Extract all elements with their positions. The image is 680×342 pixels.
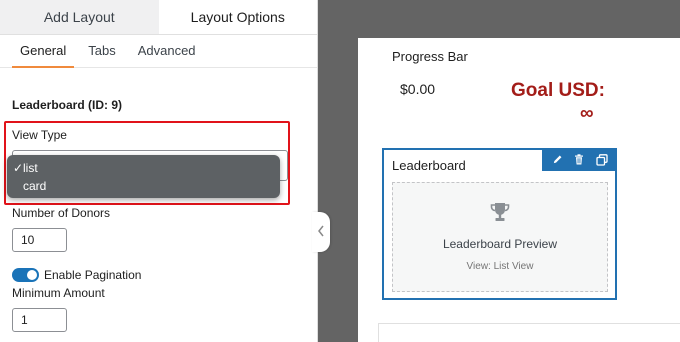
tab-add-layout[interactable]: Add Layout (0, 0, 159, 34)
toggle-knob (27, 270, 37, 280)
leaderboard-block[interactable]: Leaderboard Leaderboard Preview View: Li… (382, 148, 617, 300)
check-icon: ✓ (13, 161, 24, 175)
trophy-icon (489, 201, 511, 228)
option-label: card (23, 179, 47, 193)
pagination-toggle[interactable] (12, 268, 39, 282)
top-tabs: Add Layout Layout Options (0, 0, 317, 35)
number-of-donors-input[interactable]: 10 (12, 228, 67, 252)
progress-bar-title: Progress Bar (392, 49, 468, 64)
tab-layout-options[interactable]: Layout Options (158, 0, 317, 34)
progress-bar-goal: Goal USD: (511, 80, 605, 101)
next-block (378, 323, 680, 342)
trash-icon[interactable] (571, 152, 587, 168)
block-toolbar (542, 148, 617, 171)
sub-tab-tabs[interactable]: Tabs (78, 43, 125, 67)
leaderboard-title: Leaderboard (392, 158, 466, 173)
view-type-dropdown: ✓list card (7, 155, 280, 198)
sub-tabs: General Tabs Advanced (0, 35, 317, 68)
pagination-label: Enable Pagination (44, 268, 142, 282)
section-title: Leaderboard (ID: 9) (12, 98, 123, 112)
progress-bar-goal-value: ∞ (580, 103, 594, 124)
leaderboard-preview: Leaderboard Preview View: List View (392, 182, 608, 292)
leaderboard-preview-title: Leaderboard Preview (442, 237, 558, 251)
sub-tab-advanced[interactable]: Advanced (128, 43, 206, 67)
collapse-panel-button[interactable] (312, 212, 330, 252)
pencil-icon[interactable] (549, 152, 565, 168)
option-card[interactable]: card (13, 177, 274, 195)
chevron-left-icon (317, 225, 325, 240)
option-label: list (23, 161, 38, 175)
sub-tab-general[interactable]: General (10, 43, 76, 68)
progress-bar-amount: $0.00 (400, 81, 436, 97)
minimum-amount-input[interactable]: 1 (12, 308, 67, 332)
minimum-amount-label: Minimum Amount (12, 286, 105, 300)
number-of-donors-label: Number of Donors (12, 206, 111, 220)
settings-panel: Add Layout Layout Options General Tabs A… (0, 0, 318, 342)
duplicate-icon[interactable] (594, 152, 610, 168)
leaderboard-preview-view: View: List View (466, 261, 534, 272)
option-list[interactable]: ✓list (13, 159, 274, 177)
